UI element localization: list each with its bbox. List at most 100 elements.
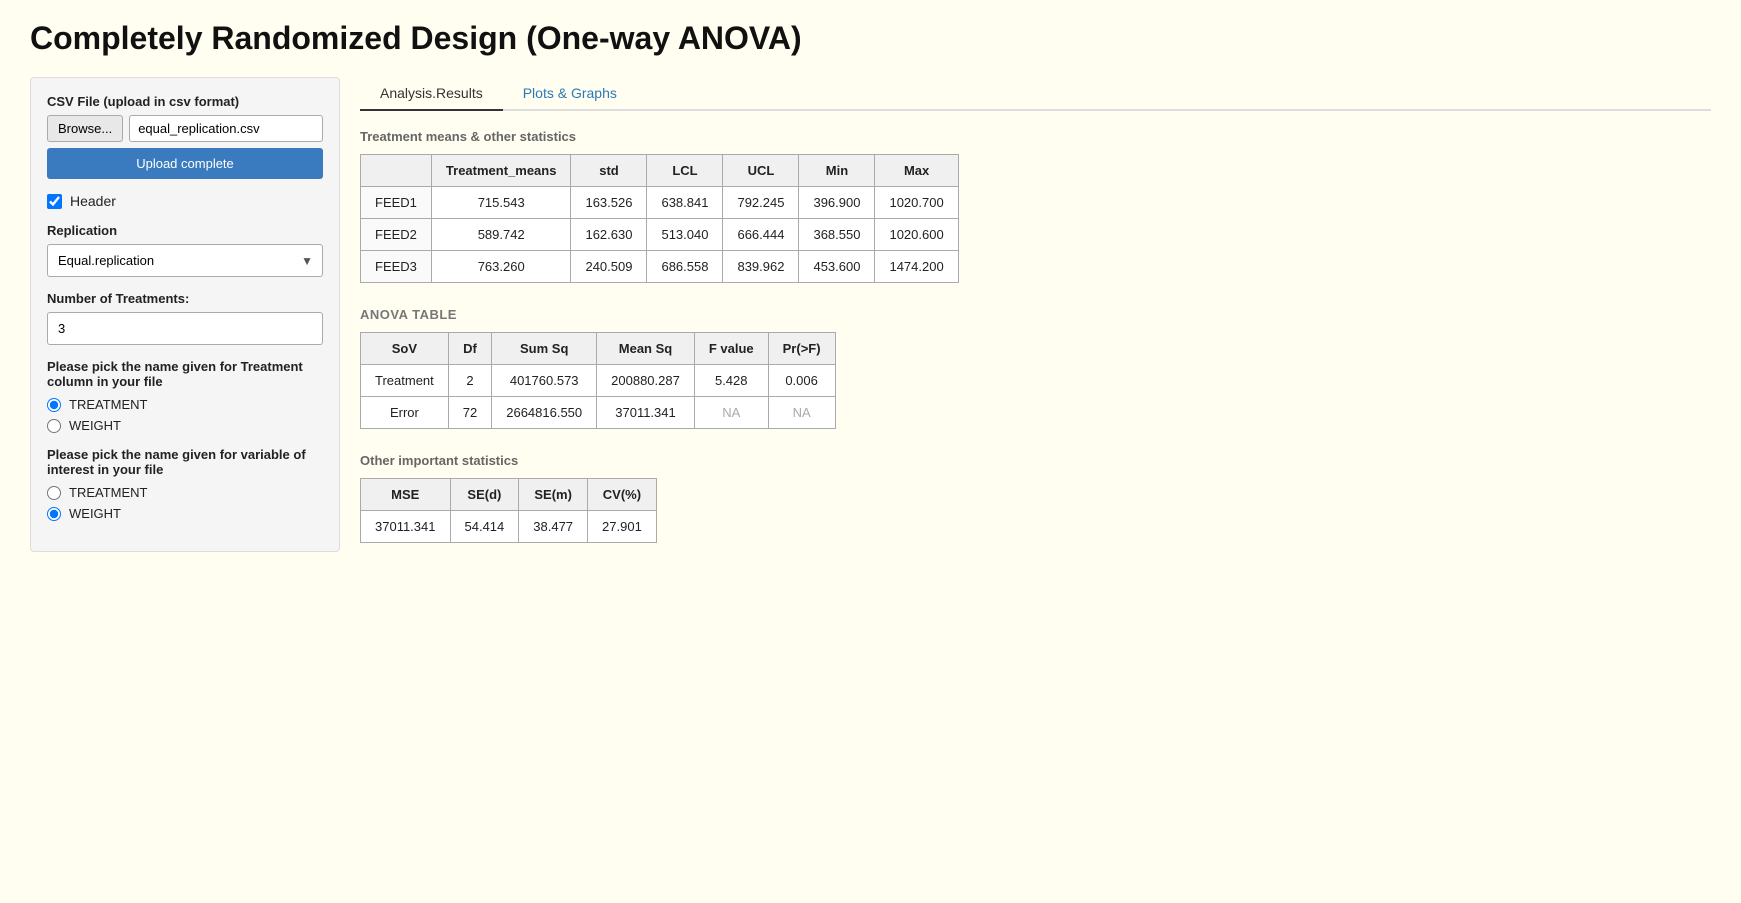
other-col-sed: SE(d) <box>450 479 519 511</box>
table-cell: 54.414 <box>450 511 519 543</box>
table-cell: 396.900 <box>799 187 875 219</box>
col-header-empty <box>361 155 432 187</box>
table-cell: 38.477 <box>519 511 588 543</box>
other-stats-table: MSE SE(d) SE(m) CV(%) 37011.34154.41438.… <box>360 478 657 543</box>
tab-analysis-results[interactable]: Analysis.Results <box>360 77 503 111</box>
other-col-cv: CV(%) <box>588 479 657 511</box>
table-cell: 2664816.550 <box>492 397 597 429</box>
replication-select-wrap: Equal.replication Unequal.replication ▼ <box>47 244 323 277</box>
left-panel: CSV File (upload in csv format) Browse..… <box>30 77 340 552</box>
treatment-means-title: Treatment means & other statistics <box>360 129 1711 144</box>
table-row: FEED2589.742162.630513.040666.444368.550… <box>361 219 959 251</box>
table-cell: 5.428 <box>694 365 768 397</box>
tabs-bar: Analysis.Results Plots & Graphs <box>360 77 1711 111</box>
treatment-col-option-treatment: TREATMENT <box>47 397 323 412</box>
table-cell: 72 <box>448 397 491 429</box>
table-cell: 638.841 <box>647 187 723 219</box>
variable-section: Please pick the name given for variable … <box>47 447 323 521</box>
table-cell: 1020.600 <box>875 219 958 251</box>
col-header-ucl: UCL <box>723 155 799 187</box>
table-row: FEED1715.543163.526638.841792.245396.900… <box>361 187 959 219</box>
table-cell: 368.550 <box>799 219 875 251</box>
table-cell: Error <box>361 397 449 429</box>
table-cell: FEED2 <box>361 219 432 251</box>
anova-table: SoV Df Sum Sq Mean Sq F value Pr(>F) Tre… <box>360 332 836 429</box>
treatment-col-section: Please pick the name given for Treatment… <box>47 359 323 433</box>
variable-radio-weight[interactable] <box>47 507 61 521</box>
other-col-sem: SE(m) <box>519 479 588 511</box>
upload-button[interactable]: Upload complete <box>47 148 323 179</box>
table-cell: 2 <box>448 365 491 397</box>
browse-button[interactable]: Browse... <box>47 115 123 142</box>
anova-title: ANOVA TABLE <box>360 307 1711 322</box>
replication-section: Replication Equal.replication Unequal.re… <box>47 223 323 277</box>
num-treatments-input[interactable] <box>47 312 323 345</box>
col-header-max: Max <box>875 155 958 187</box>
variable-treatment-label: TREATMENT <box>69 485 147 500</box>
treatment-col-radio-weight[interactable] <box>47 419 61 433</box>
table-cell: 1474.200 <box>875 251 958 283</box>
table-cell: FEED1 <box>361 187 432 219</box>
table-cell: FEED3 <box>361 251 432 283</box>
other-col-mse: MSE <box>361 479 451 511</box>
anova-col-fvalue: F value <box>694 333 768 365</box>
treatment-col-label: Please pick the name given for Treatment… <box>47 359 323 389</box>
anova-col-sumsq: Sum Sq <box>492 333 597 365</box>
replication-label: Replication <box>47 223 323 238</box>
table-row: Treatment2401760.573200880.2875.4280.006 <box>361 365 836 397</box>
variable-option-treatment: TREATMENT <box>47 485 323 500</box>
table-cell: Treatment <box>361 365 449 397</box>
header-label: Header <box>70 193 116 209</box>
anova-col-sov: SoV <box>361 333 449 365</box>
table-cell: 37011.341 <box>597 397 695 429</box>
right-panel: Analysis.Results Plots & Graphs Treatmen… <box>360 77 1711 567</box>
variable-radio-treatment[interactable] <box>47 486 61 500</box>
table-row: FEED3763.260240.509686.558839.962453.600… <box>361 251 959 283</box>
table-cell: 163.526 <box>571 187 647 219</box>
page-title: Completely Randomized Design (One-way AN… <box>30 20 1711 57</box>
table-cell: NA <box>768 397 835 429</box>
table-cell: 37011.341 <box>361 511 451 543</box>
variable-option-weight: WEIGHT <box>47 506 323 521</box>
tab-plots-graphs[interactable]: Plots & Graphs <box>503 77 637 111</box>
csv-label: CSV File (upload in csv format) <box>47 94 323 109</box>
treatment-col-weight-label: WEIGHT <box>69 418 121 433</box>
header-row: Header <box>47 193 323 209</box>
variable-weight-label: WEIGHT <box>69 506 121 521</box>
anova-col-meansq: Mean Sq <box>597 333 695 365</box>
anova-col-df: Df <box>448 333 491 365</box>
col-header-min: Min <box>799 155 875 187</box>
table-cell: 686.558 <box>647 251 723 283</box>
table-cell: 792.245 <box>723 187 799 219</box>
table-row: Error722664816.55037011.341NANA <box>361 397 836 429</box>
table-cell: 715.543 <box>431 187 571 219</box>
treatment-col-radio-treatment[interactable] <box>47 398 61 412</box>
treatment-col-treatment-label: TREATMENT <box>69 397 147 412</box>
table-cell: 589.742 <box>431 219 571 251</box>
file-name-input[interactable] <box>129 115 323 142</box>
treatment-means-table: Treatment_means std LCL UCL Min Max FEED… <box>360 154 959 283</box>
col-header-std: std <box>571 155 647 187</box>
anova-col-prf: Pr(>F) <box>768 333 835 365</box>
table-row: 37011.34154.41438.47727.901 <box>361 511 657 543</box>
table-cell: 240.509 <box>571 251 647 283</box>
col-header-treatment-means: Treatment_means <box>431 155 571 187</box>
num-treatments-label: Number of Treatments: <box>47 291 323 306</box>
other-stats-title: Other important statistics <box>360 453 1711 468</box>
table-cell: 162.630 <box>571 219 647 251</box>
table-cell: 1020.700 <box>875 187 958 219</box>
table-cell: 200880.287 <box>597 365 695 397</box>
table-cell: 453.600 <box>799 251 875 283</box>
table-cell: NA <box>694 397 768 429</box>
col-header-lcl: LCL <box>647 155 723 187</box>
header-checkbox[interactable] <box>47 194 62 209</box>
table-cell: 513.040 <box>647 219 723 251</box>
file-row: Browse... <box>47 115 323 142</box>
variable-label: Please pick the name given for variable … <box>47 447 323 477</box>
table-cell: 27.901 <box>588 511 657 543</box>
table-cell: 0.006 <box>768 365 835 397</box>
treatment-col-option-weight: WEIGHT <box>47 418 323 433</box>
replication-select[interactable]: Equal.replication Unequal.replication <box>47 244 323 277</box>
table-cell: 763.260 <box>431 251 571 283</box>
table-cell: 839.962 <box>723 251 799 283</box>
